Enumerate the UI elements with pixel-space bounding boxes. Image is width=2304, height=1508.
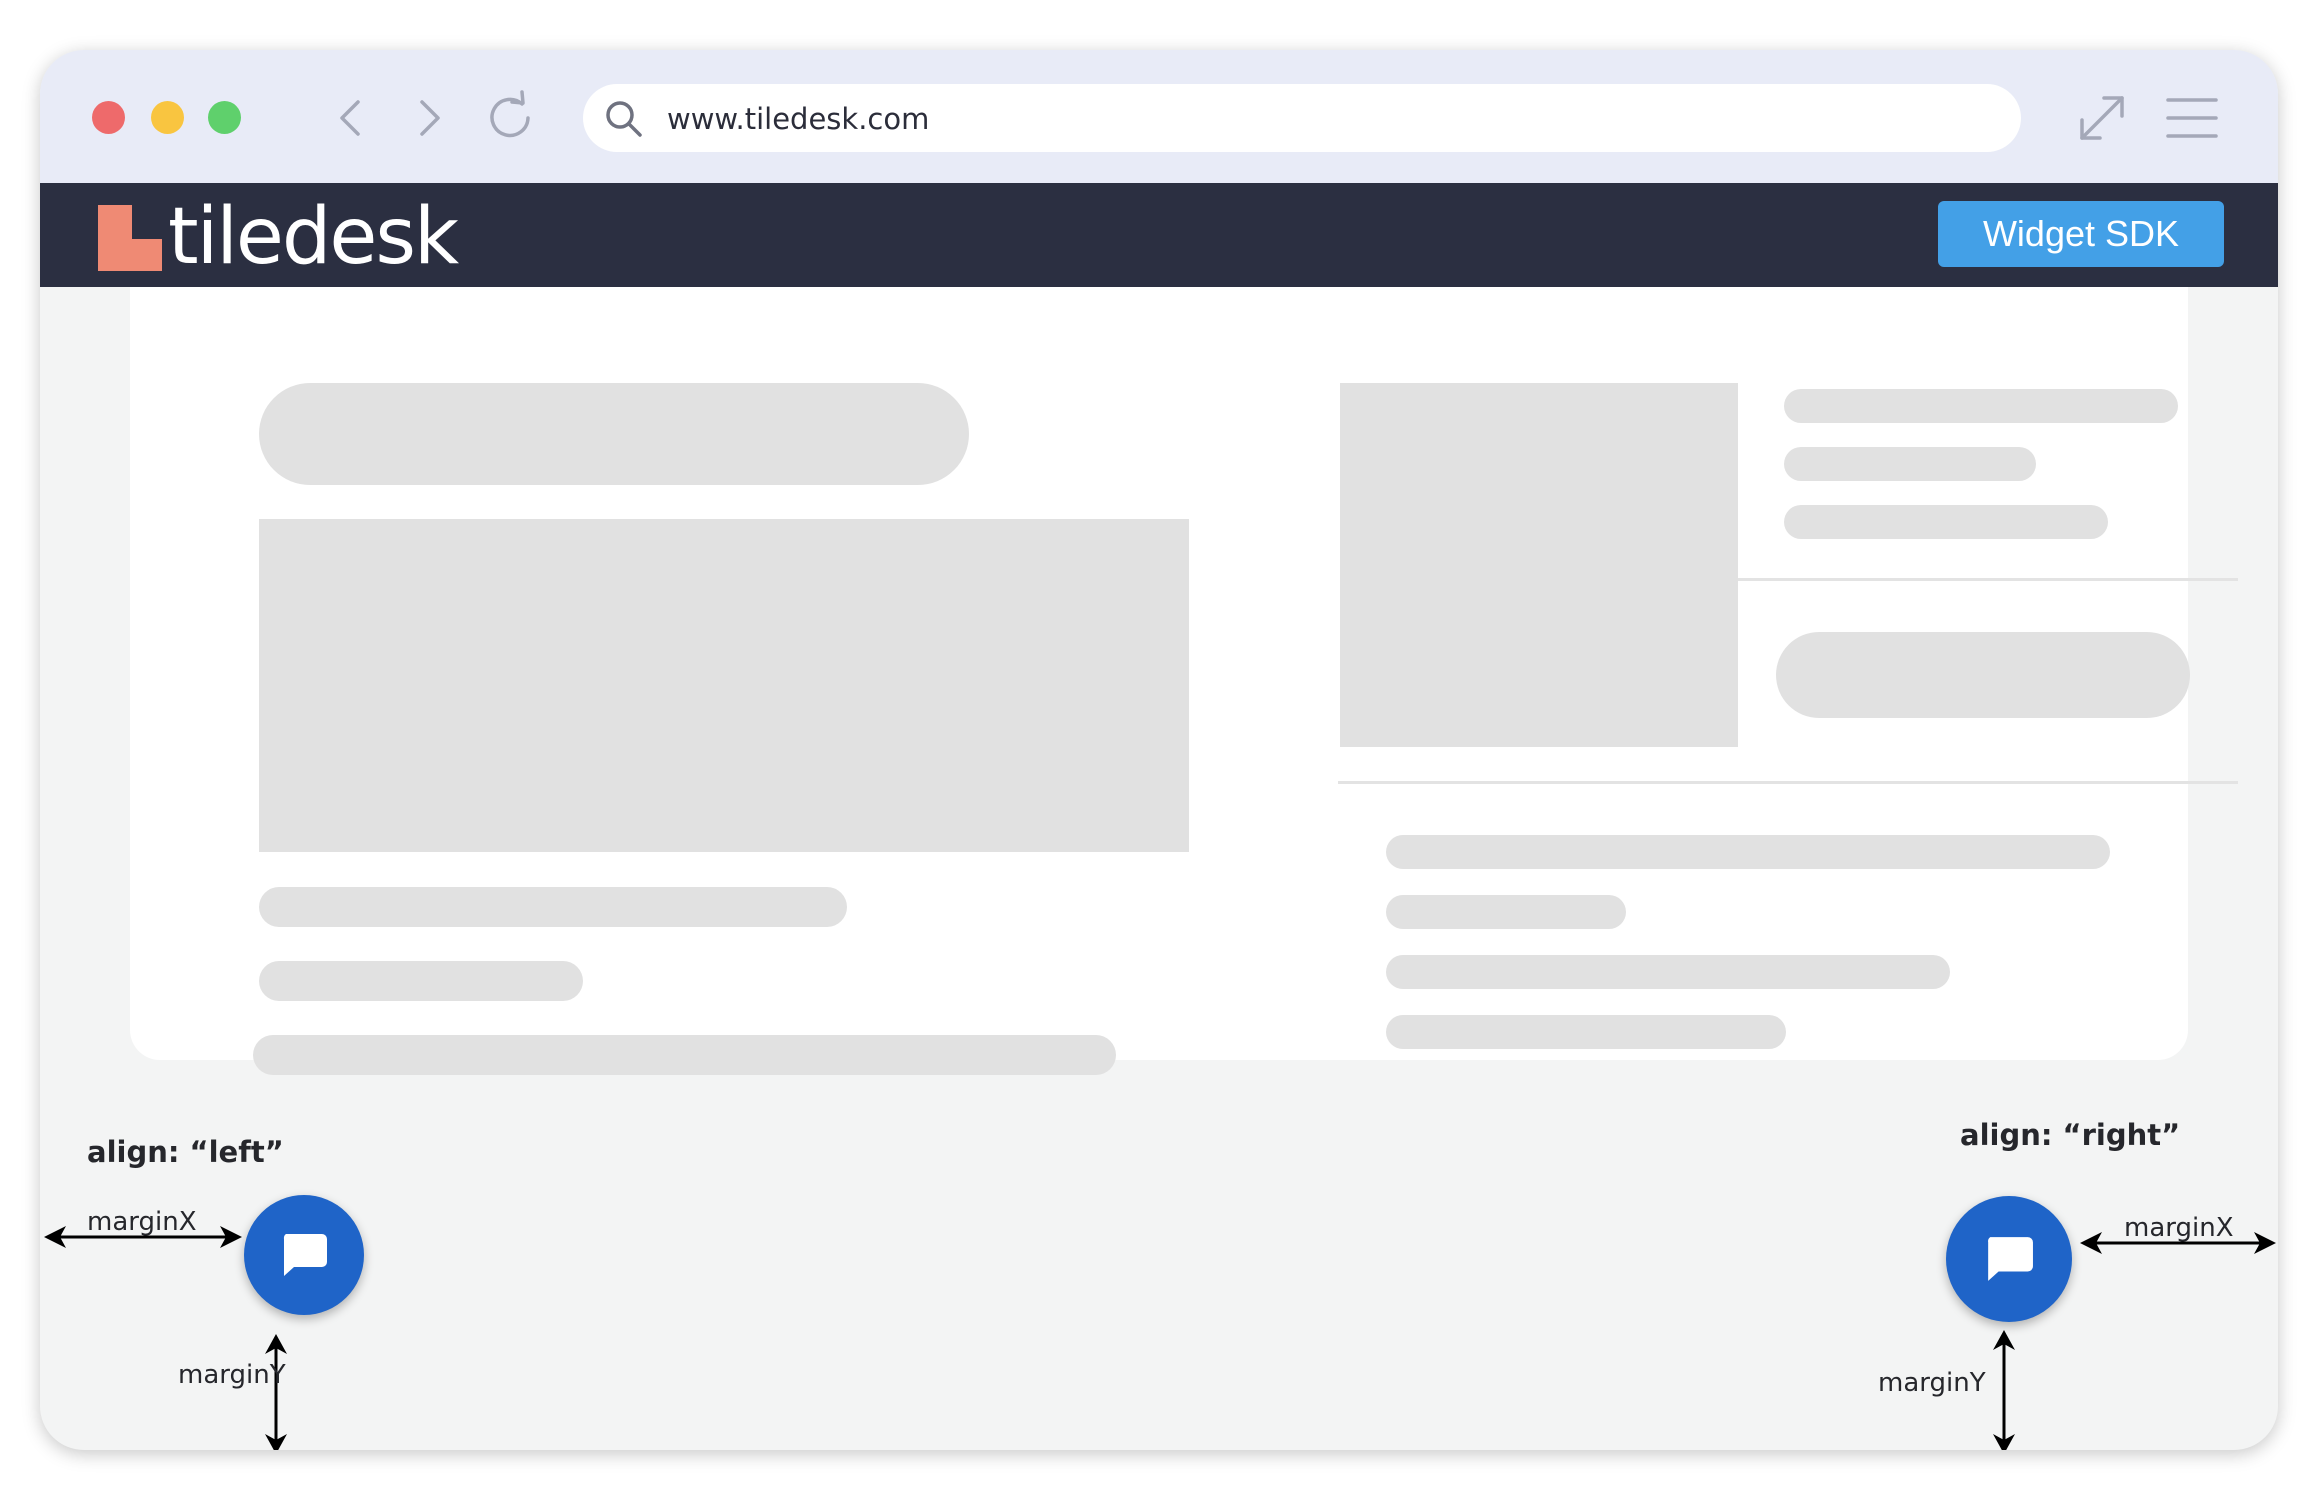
placeholder-line [1784, 505, 2108, 539]
divider [1738, 578, 2238, 581]
margin-y-arrow-left [265, 1334, 287, 1450]
placeholder-line [259, 887, 847, 927]
placeholder-line [259, 961, 583, 1001]
margin-x-arrow-left [44, 1226, 242, 1248]
placeholder-line [1386, 835, 2110, 869]
browser-toolbar: www.tiledesk.com [40, 50, 2278, 183]
menu-icon[interactable] [2164, 94, 2220, 142]
placeholder-title [259, 383, 969, 485]
url-text: www.tiledesk.com [667, 102, 930, 136]
back-icon[interactable] [330, 96, 374, 140]
page-content-card [130, 287, 2238, 1075]
align-left-label: align: “left” [87, 1135, 284, 1169]
forward-icon[interactable] [406, 96, 450, 140]
minimize-window-button[interactable] [151, 101, 184, 134]
chat-launcher-left[interactable] [244, 1195, 364, 1315]
align-right-label: align: “right” [1960, 1118, 2181, 1152]
site-header: tiledesk Widget SDK [40, 183, 2278, 287]
margin-y-label-right: marginY [1878, 1368, 1986, 1398]
chat-launcher-right[interactable] [1946, 1196, 2072, 1322]
maximize-window-button[interactable] [208, 101, 241, 134]
placeholder-button [1776, 632, 2190, 718]
placeholder-line [253, 1035, 1116, 1075]
divider [1338, 781, 2238, 784]
margin-y-arrow-right [1993, 1330, 2015, 1450]
logo-text: tiledesk [168, 192, 459, 282]
placeholder-line [1784, 389, 2178, 423]
reload-icon[interactable] [482, 90, 538, 146]
expand-icon[interactable] [2074, 90, 2130, 146]
close-window-button[interactable] [92, 101, 125, 134]
tiledesk-logo-icon [98, 205, 162, 271]
search-icon [606, 101, 642, 137]
placeholder-line [1386, 955, 1950, 989]
chat-bubble-icon [283, 1234, 327, 1276]
widget-sdk-button[interactable]: Widget SDK [1938, 201, 2224, 267]
placeholder-image [259, 519, 1189, 852]
placeholder-line [1784, 447, 2036, 481]
browser-window: www.tiledesk.com tiledesk Widget SDK ali… [40, 50, 2278, 1450]
placeholder-line [1386, 895, 1626, 929]
chat-bubble-icon [1988, 1237, 2033, 1281]
margin-y-label-left: marginY [178, 1360, 286, 1390]
margin-x-arrow-right [2080, 1232, 2276, 1254]
address-bar[interactable]: www.tiledesk.com [583, 84, 2021, 152]
placeholder-line [1386, 1015, 1786, 1049]
placeholder-thumbnail [1340, 383, 1738, 747]
